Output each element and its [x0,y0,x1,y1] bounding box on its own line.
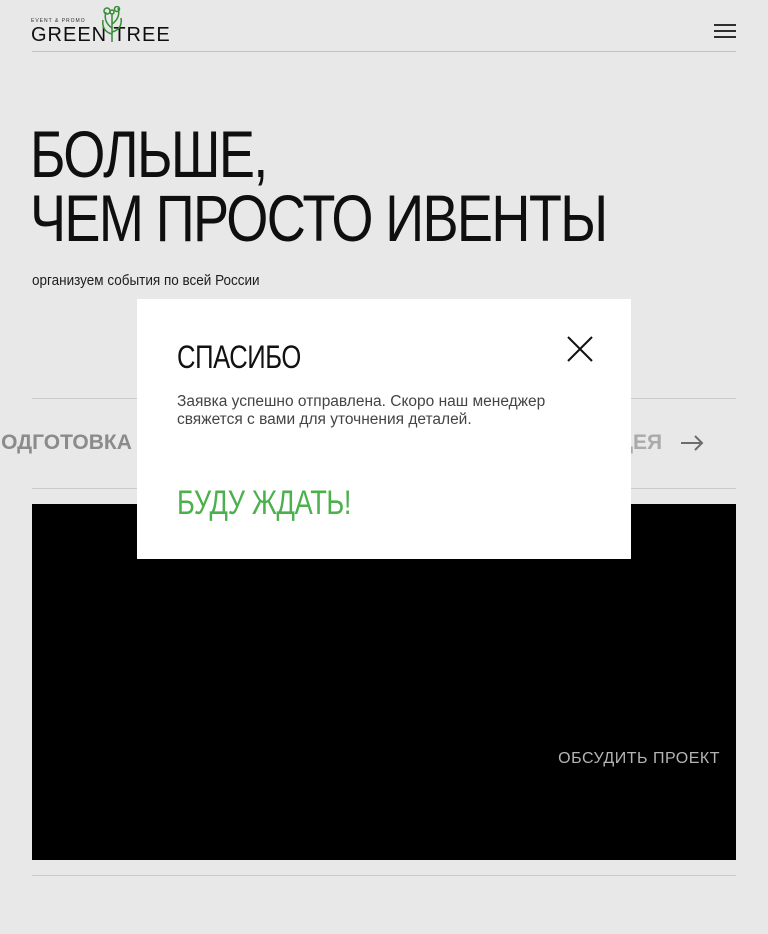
modal-message: Заявка успешно отправлена. Скоро наш мен… [177,393,546,428]
thank-you-modal: СПАСИБО Заявка успешно отправлена. Скоро… [137,299,631,559]
modal-title: СПАСИБО [177,339,301,375]
close-icon[interactable] [567,336,593,362]
will-wait-button[interactable]: БУДУ ЖДАТЬ! [177,484,351,523]
